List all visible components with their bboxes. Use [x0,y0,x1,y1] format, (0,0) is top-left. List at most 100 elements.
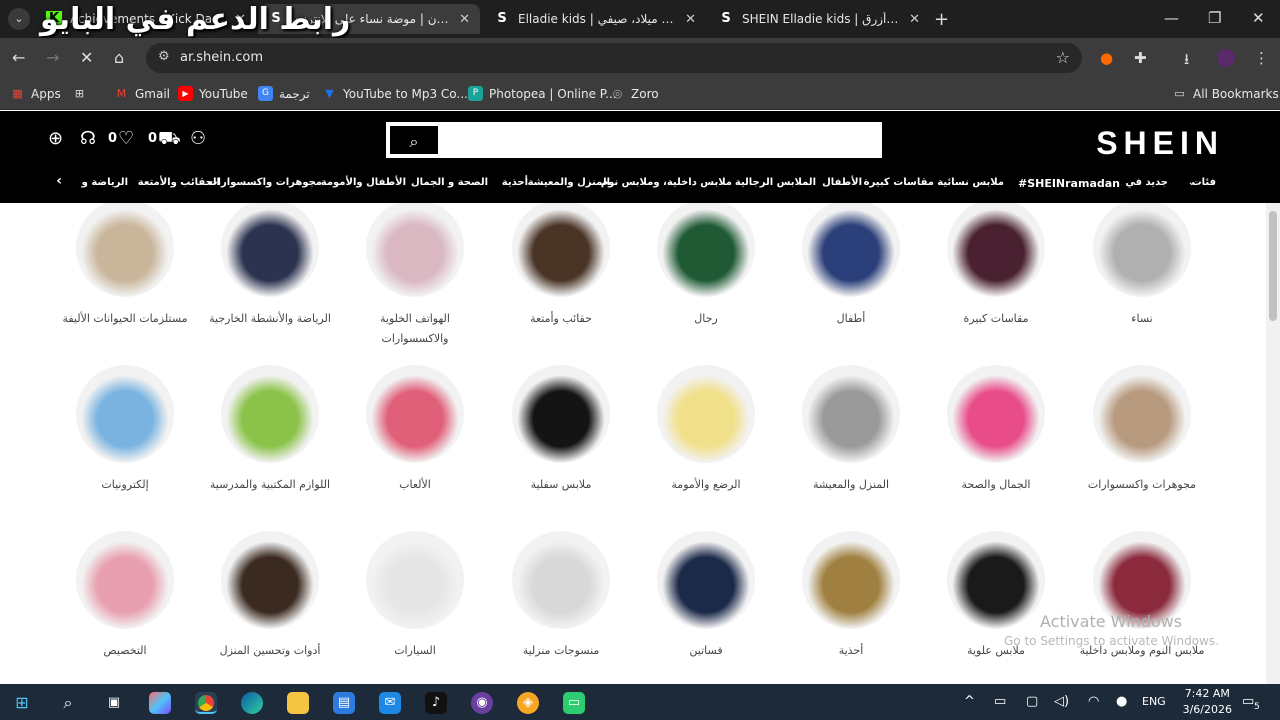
nav-item[interactable]: ملابس نسائية [937,177,1004,188]
category-label[interactable]: الهواتف الخلوية والاكسسوارات [345,309,485,349]
tab-groups-button[interactable]: ⊞ [72,86,93,101]
category-image[interactable] [512,203,610,297]
back-button[interactable]: ← [12,48,25,67]
microphone-icon[interactable]: ● [1116,694,1127,709]
nav-item[interactable]: الأطفال [822,177,862,188]
extension-icon[interactable]: ● [1100,49,1113,67]
edge-icon[interactable] [241,692,263,714]
shein-logo[interactable]: SHEIN [1096,125,1224,162]
search-button[interactable]: ⌕ [388,124,440,156]
category-label[interactable]: نساء [1072,309,1212,329]
bookmark-youtube-mp3[interactable]: ▼ YouTube to Mp3 Co... [322,86,468,101]
profile-avatar[interactable] [1217,49,1235,67]
download-icon[interactable]: ⭳ [1184,49,1189,74]
category-label[interactable]: مقاسات كبيرة [926,309,1066,329]
mail-icon[interactable]: ✉ [379,692,401,714]
category-tile[interactable]: مستلزمات الحيوانات الأليفة [55,203,195,329]
category-image[interactable] [947,365,1045,463]
forward-button[interactable]: → [46,48,59,67]
category-image[interactable] [947,531,1045,629]
bookmark-apps[interactable]: ▦ Apps [10,86,60,101]
nav-item[interactable]: الأطفال والأمومة [321,177,406,188]
wifi-icon[interactable]: ◠ [1088,694,1099,709]
menu-kebab-icon[interactable]: ⋮ [1254,49,1269,67]
category-tile[interactable]: التخصيص [55,531,195,661]
category-label[interactable]: اللوازم المكتبية والمدرسية [200,475,340,495]
category-image[interactable] [657,531,755,629]
display-icon[interactable]: ▢ [1026,694,1038,709]
category-tile[interactable]: أطفال [781,203,921,329]
category-image[interactable] [366,203,464,297]
category-label[interactable]: حقائب وأمتعة [491,309,631,329]
tab-search-button[interactable]: ⌄ [8,8,30,30]
category-tile[interactable]: الرضع والأمومة [636,365,776,495]
task-view-icon[interactable]: ▣ [103,692,125,714]
nav-item[interactable]: الرياضة و [82,177,128,188]
close-icon[interactable]: ✕ [459,12,470,27]
category-tile[interactable]: مقاسات كبيرة [926,203,1066,329]
bookmark-zoro[interactable]: ◎ Zoro [610,86,659,101]
category-label[interactable]: الألعاب [345,475,485,495]
category-label[interactable]: الرياضة والأنشطة الخارجية [200,309,340,329]
bookmark-gmail[interactable]: M Gmail [114,86,170,101]
category-tile[interactable]: السيارات [345,531,485,661]
home-button[interactable]: ⌂ [114,48,124,67]
new-tab-button[interactable]: + [934,9,949,30]
category-label[interactable]: أحذية [781,641,921,661]
nav-item[interactable]: الصحة و الجمال [411,177,488,188]
tab-elladie-kids-blue[interactable]: S SHEIN Elladie kids | شي إن | أزرق ✕ [708,4,930,34]
category-label[interactable]: المنزل والمعيشة [781,475,921,495]
category-label[interactable]: ملابس سفلية [491,475,631,495]
search-icon[interactable]: ⌕ [57,692,79,714]
nav-item[interactable]: المنزل والمعيشة [528,177,610,188]
volume-icon[interactable]: ◁) [1054,694,1069,709]
category-label[interactable]: الجمال والصحة [926,475,1066,495]
category-tile[interactable]: الألعاب [345,365,485,495]
media-player-icon[interactable]: ◉ [471,692,493,714]
search-input[interactable]: ⌕ [386,122,882,158]
category-image[interactable] [802,203,900,297]
tiktok-icon[interactable]: ♪ [425,692,447,714]
notification-icon[interactable]: ▭ [1242,694,1254,709]
category-tile[interactable]: رجال [636,203,776,329]
category-image[interactable] [76,531,174,629]
nav-item[interactable]: SHEINramadan# [1018,177,1120,190]
page-scrollbar[interactable] [1266,203,1280,685]
category-image[interactable] [221,531,319,629]
nav-item[interactable]: الملابس الرجالية [735,177,816,188]
category-label[interactable]: مجوهرات واكسسوارات [1072,475,1212,495]
store-icon[interactable]: ▤ [333,692,355,714]
tab-elladie-kids-birthday[interactable]: S Elladie kids | شي إن | عيد ميلاد، صيفي… [484,4,706,34]
category-image[interactable] [1093,365,1191,463]
category-tile[interactable]: إلكترونيات [55,365,195,495]
clock[interactable]: 7:42 AM 3/6/2026 [1183,686,1232,718]
chrome-icon[interactable] [195,692,217,714]
wishlist-heart-icon[interactable]: ♡ [118,128,134,149]
category-tile[interactable]: ملابس سفلية [491,365,631,495]
nav-item[interactable]: الحقائب والأمتعة [138,177,220,188]
all-bookmarks-button[interactable]: ▭ All Bookmarks [1172,86,1278,101]
category-tile[interactable]: المنزل والمعيشة [781,365,921,495]
account-user-icon[interactable]: ⚇ [190,128,206,149]
vpn-icon[interactable]: ◈ [517,692,539,714]
category-image[interactable] [366,531,464,629]
category-image[interactable] [366,365,464,463]
category-image[interactable] [657,365,755,463]
category-tile[interactable]: فساتين [636,531,776,661]
stop-loading-button[interactable]: ✕ [80,48,93,67]
bookmark-translate[interactable]: G ترجمة [258,86,310,101]
category-tile[interactable]: حقائب وأمتعة [491,203,631,329]
app-icon[interactable]: ▭ [563,692,585,714]
extensions-puzzle-icon[interactable]: ✚ [1134,49,1147,67]
language-globe-icon[interactable]: ⊕ [48,128,63,149]
category-image[interactable] [512,531,610,629]
category-label[interactable]: التخصيص [55,641,195,661]
category-label[interactable]: السيارات [345,641,485,661]
category-image[interactable] [1093,203,1191,297]
maximize-button[interactable]: ❐ [1208,9,1221,27]
category-tile[interactable]: أدوات وتحسين المنزل [200,531,340,661]
category-image[interactable] [802,531,900,629]
category-label[interactable]: أطفال [781,309,921,329]
category-tile[interactable]: اللوازم المكتبية والمدرسية [200,365,340,495]
category-image[interactable] [947,203,1045,297]
